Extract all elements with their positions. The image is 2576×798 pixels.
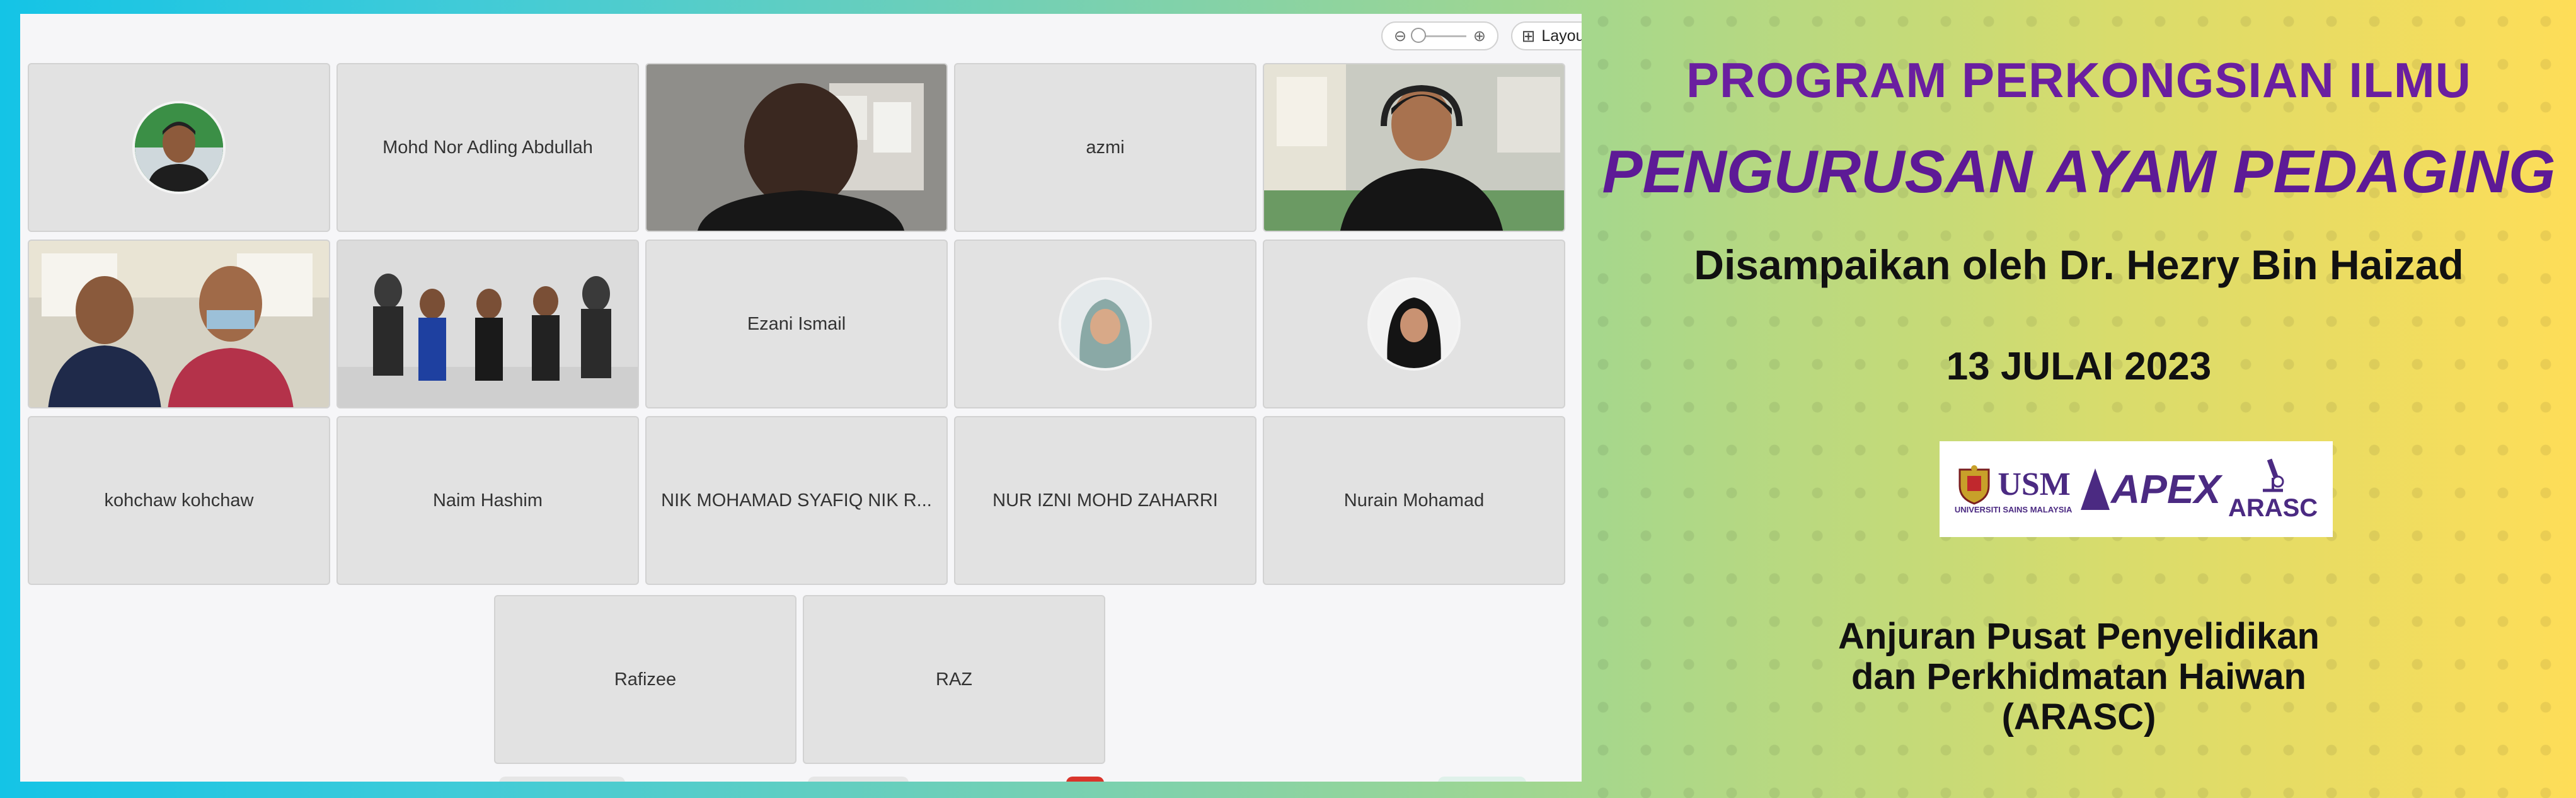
control-bar-button[interactable] xyxy=(1438,777,1526,782)
layout-label: Layout xyxy=(1541,26,1582,45)
organizer-line: dan Perkhidmatan Haiwan xyxy=(1851,656,2306,697)
participant-name: kohchaw kohchaw xyxy=(104,490,254,511)
event-banner: PROGRAM PERKONGSIAN ILMU PENGURUSAN AYAM… xyxy=(1582,0,2576,798)
zoom-in-icon[interactable]: ⊕ xyxy=(1473,27,1486,45)
participant-tile[interactable]: NUR IZNI MOHD ZAHARRI xyxy=(954,416,1256,585)
participant-tile[interactable] xyxy=(1263,63,1565,232)
apex-triangle-icon xyxy=(2081,468,2110,510)
apex-wordmark: APEX xyxy=(2111,466,2221,512)
participant-tile[interactable]: kohchaw kohchaw xyxy=(28,416,330,585)
participant-tile[interactable]: Rafizee xyxy=(494,595,796,764)
control-bar-button[interactable] xyxy=(808,777,909,782)
participant-name: azmi xyxy=(1086,137,1125,158)
participant-name: Nurain Mohamad xyxy=(1343,490,1485,511)
organizer-line: (ARASC) xyxy=(2001,697,2156,737)
microscope-icon xyxy=(2263,458,2284,492)
grid-icon: ⊞ xyxy=(1521,26,1536,45)
participant-avatar xyxy=(1367,277,1461,371)
participant-tile[interactable] xyxy=(954,240,1256,408)
participant-tile[interactable] xyxy=(28,240,330,408)
participant-tile[interactable]: RAZ xyxy=(803,595,1105,764)
control-bar-button[interactable] xyxy=(499,777,625,782)
participant-tile[interactable]: Naim Hashim xyxy=(336,416,639,585)
participant-avatar xyxy=(132,101,226,194)
usm-subtitle: UNIVERSITI SAINS MALAYSIA xyxy=(1954,504,2073,514)
participant-tile[interactable]: Nurain Mohamad xyxy=(1263,416,1565,585)
participant-tile[interactable]: NIK MOHAMAD SYAFIQ NIK R... xyxy=(645,416,948,585)
presenter-line: Disampaikan oleh Dr. Hezry Bin Haizad xyxy=(1694,241,2464,288)
participant-video xyxy=(647,64,946,231)
participant-tile[interactable] xyxy=(1263,240,1565,408)
participant-name: Ezani Ismail xyxy=(747,313,846,334)
participant-avatar xyxy=(1059,277,1152,371)
arasc-wordmark: ARASC xyxy=(2228,494,2318,522)
zoom-slider[interactable]: ⊖ ⊕ xyxy=(1381,21,1498,50)
topic-title: PENGURUSAN AYAM PEDAGING xyxy=(1602,138,2556,205)
participant-video xyxy=(29,241,329,407)
meeting-window: ⊖ ⊕ ⊞ Layout Mohd Nor Adling Abdullah xyxy=(20,14,1582,782)
participant-name: Naim Hashim xyxy=(432,490,543,511)
participant-tile[interactable] xyxy=(645,63,948,232)
zoom-track[interactable] xyxy=(1411,27,1466,43)
participant-tile[interactable] xyxy=(28,63,330,232)
organizer-line: Anjuran Pusat Penyelidikan xyxy=(1838,616,2320,657)
usm-logo: USM UNIVERSITI SAINS MALAYSIA xyxy=(1954,465,2073,514)
participant-tile[interactable]: Ezani Ismail xyxy=(645,240,948,408)
program-title: PROGRAM PERKONGSIAN ILMU xyxy=(1686,52,2472,108)
zoom-out-icon[interactable]: ⊖ xyxy=(1394,27,1406,45)
participant-tile[interactable] xyxy=(336,240,639,408)
participant-name: RAZ xyxy=(936,669,972,690)
participant-video xyxy=(338,241,638,407)
usm-crest-icon xyxy=(1958,465,1990,505)
event-date: 13 JULAI 2023 xyxy=(1946,345,2212,388)
arasc-logo: ARASC xyxy=(2228,456,2318,523)
participant-name: NIK MOHAMAD SYAFIQ NIK R... xyxy=(661,490,932,511)
participant-tile[interactable]: azmi xyxy=(954,63,1256,232)
apex-logo: APEX xyxy=(2079,466,2221,512)
leave-button[interactable] xyxy=(1066,777,1104,782)
usm-wordmark: USM xyxy=(1998,466,2071,502)
participant-name: Rafizee xyxy=(614,669,677,690)
zoom-knob[interactable] xyxy=(1411,27,1426,43)
participant-tile[interactable]: Mohd Nor Adling Abdullah xyxy=(336,63,639,232)
layout-button[interactable]: ⊞ Layout xyxy=(1511,21,1582,50)
sponsor-logos: USM UNIVERSITI SAINS MALAYSIA APEX ARASC xyxy=(1940,441,2333,537)
participant-name: NUR IZNI MOHD ZAHARRI xyxy=(992,490,1218,511)
meeting-toolbar: ⊖ ⊕ ⊞ Layout xyxy=(1381,21,1582,50)
participant-video xyxy=(1264,64,1564,231)
participant-name: Mohd Nor Adling Abdullah xyxy=(382,137,593,158)
organizer-text: Anjuran Pusat Penyelidikan dan Perkhidma… xyxy=(1582,616,2576,737)
